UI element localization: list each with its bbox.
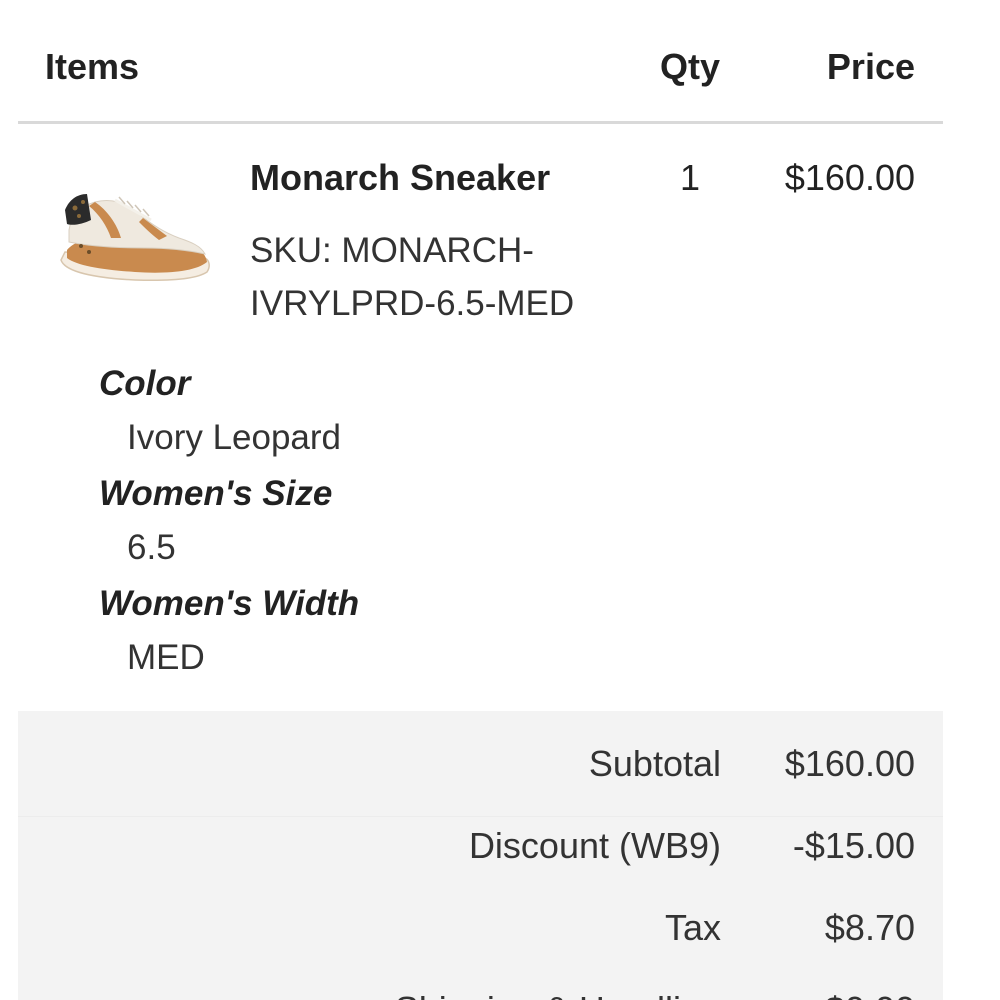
tax-label: Tax bbox=[664, 907, 721, 948]
discount-value: -$15.00 bbox=[792, 825, 915, 866]
attribute-name-width: Women's Width bbox=[99, 584, 360, 623]
sneaker-image bbox=[60, 194, 210, 282]
attribute-value-size: 6.5 bbox=[127, 528, 176, 567]
product-sku: SKU: MONARCH-IVRYLPRD-6.5-MED bbox=[250, 231, 575, 323]
tax-value: $8.70 bbox=[824, 907, 915, 948]
item-quantity: 1 bbox=[680, 157, 701, 198]
attribute-name-size: Women's Size bbox=[99, 474, 333, 513]
shipping-row: Shipping & Handling $0.00 bbox=[18, 957, 943, 1000]
order-totals: Subtotal $160.00 Discount (WB9) -$15.00 … bbox=[18, 711, 943, 1000]
shipping-value: $0.00 bbox=[825, 989, 915, 1000]
price-column-header: Price bbox=[826, 46, 915, 87]
attribute-value-width: MED bbox=[127, 638, 205, 677]
item-price: $160.00 bbox=[784, 157, 915, 198]
discount-label: Discount (WB9) bbox=[468, 825, 721, 866]
items-column-header: Items bbox=[45, 46, 140, 87]
item-attributes: Color Ivory Leopard Women's Size 6.5 Wom… bbox=[99, 362, 359, 692]
attribute-value-color: Ivory Leopard bbox=[127, 418, 342, 457]
subtotal-row: Subtotal $160.00 bbox=[18, 711, 943, 793]
qty-column-header: Qty bbox=[660, 46, 721, 87]
product-name[interactable]: Monarch Sneaker bbox=[250, 157, 550, 199]
order-summary: Items Qty Price Monarch Sneaker SKU: MON… bbox=[0, 0, 1000, 1000]
attribute-name-color: Color bbox=[99, 364, 191, 403]
discount-row: Discount (WB9) -$15.00 bbox=[18, 793, 943, 875]
items-table-header: Items Qty Price bbox=[18, 0, 943, 124]
subtotal-label: Subtotal bbox=[588, 743, 721, 784]
tax-row: Tax $8.70 bbox=[18, 875, 943, 957]
shipping-label: Shipping & Handling bbox=[395, 989, 721, 1000]
subtotal-value: $160.00 bbox=[784, 743, 915, 784]
